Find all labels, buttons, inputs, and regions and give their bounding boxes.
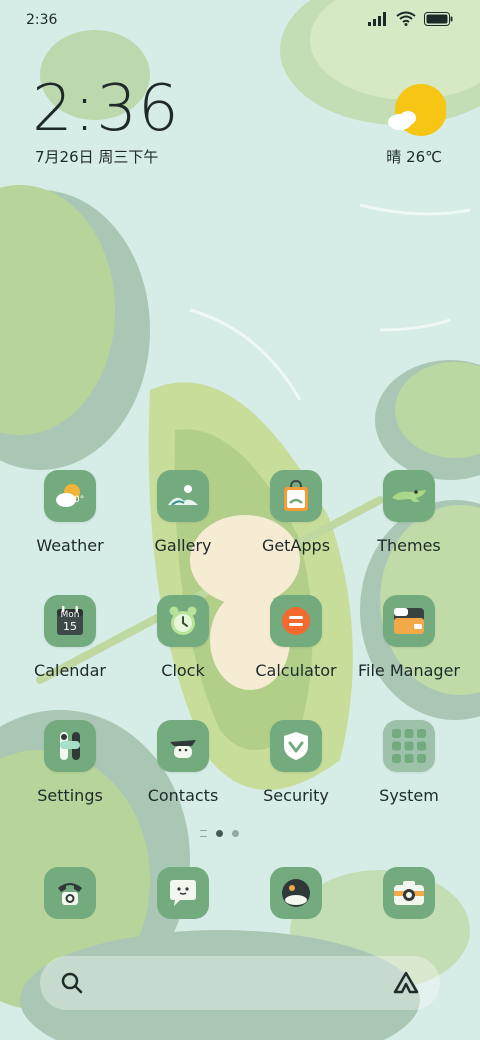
calendar-icon-date: 15	[63, 620, 77, 633]
sunny-cloud-icon	[388, 84, 446, 136]
app-getapps[interactable]: GetApps	[241, 470, 351, 555]
contacts-icon	[157, 720, 209, 772]
page-dot-active[interactable]	[216, 830, 223, 837]
app-label: Contacts	[147, 786, 219, 805]
status-time: 2:36	[26, 12, 58, 28]
app-label: Calculator	[255, 661, 337, 680]
svg-text:0°: 0°	[74, 495, 84, 505]
search-bar[interactable]	[40, 956, 440, 1010]
camera-icon	[394, 881, 424, 905]
dock-camera[interactable]	[383, 867, 435, 919]
weather-widget[interactable]: 晴 26℃	[350, 82, 450, 172]
dock-browser[interactable]	[270, 867, 322, 919]
app-file-manager[interactable]: File Manager	[354, 595, 464, 680]
weather-widget-text: 晴 26℃	[386, 148, 442, 166]
search-icon[interactable]	[60, 971, 84, 995]
app-label: File Manager	[358, 661, 460, 680]
dock-messages[interactable]	[157, 867, 209, 919]
app-contacts[interactable]: Contacts	[128, 720, 238, 805]
getapps-icon	[270, 470, 322, 522]
signal-icon	[368, 11, 386, 26]
dock-phone[interactable]	[44, 867, 96, 919]
app-label: Themes	[377, 536, 441, 555]
app-calculator[interactable]: Calculator	[241, 595, 351, 680]
app-calendar[interactable]: Mon 15 Calendar	[15, 595, 125, 680]
app-settings[interactable]: Settings	[15, 720, 125, 805]
security-icon	[270, 720, 322, 772]
messages-icon	[170, 880, 196, 906]
app-system-folder[interactable]: System	[354, 720, 464, 805]
page-indicator-list[interactable]	[200, 830, 207, 837]
page-indicator[interactable]	[200, 830, 239, 837]
calculator-icon	[270, 595, 322, 647]
app-themes[interactable]: Themes	[354, 470, 464, 555]
app-label: Calendar	[34, 661, 106, 680]
app-label: Settings	[37, 786, 103, 805]
app-weather[interactable]: 0° Weather	[15, 470, 125, 555]
file-manager-icon	[383, 595, 435, 647]
app-label: Security	[263, 786, 329, 805]
battery-icon	[424, 11, 453, 26]
app-gallery[interactable]: Gallery	[128, 470, 238, 555]
system-folder-icon	[383, 720, 435, 772]
status-bar: 2:36	[0, 0, 480, 40]
app-clock[interactable]: Clock	[128, 595, 238, 680]
wifi-icon	[396, 11, 416, 26]
app-label: Gallery	[154, 536, 212, 555]
settings-icon	[44, 720, 96, 772]
themes-icon	[383, 470, 435, 522]
clock-widget-date: 7月26日 周三下午	[35, 148, 159, 166]
app-label: Clock	[161, 661, 205, 680]
weather-icon: 0°	[44, 470, 96, 522]
page-dot[interactable]	[232, 830, 239, 837]
app-security[interactable]: Security	[241, 720, 351, 805]
app-label: Weather	[36, 536, 104, 555]
gallery-icon	[157, 470, 209, 522]
app-label: GetApps	[261, 536, 331, 555]
phone-icon	[58, 883, 82, 905]
clock-icon	[157, 595, 209, 647]
app-label: System	[379, 786, 439, 805]
assistant-icon[interactable]	[392, 970, 420, 996]
browser-icon	[282, 879, 310, 907]
clock-widget-time[interactable]: 2:36	[32, 72, 180, 146]
